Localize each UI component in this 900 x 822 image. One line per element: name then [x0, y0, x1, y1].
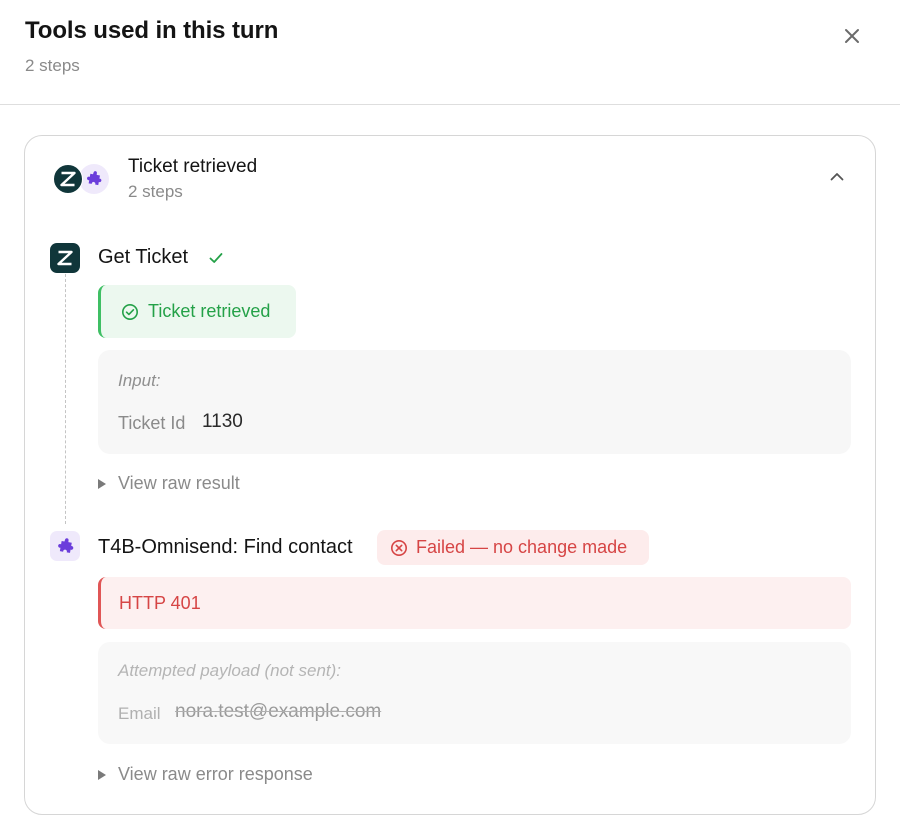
zendesk-logo-icon — [53, 164, 83, 194]
panel-header: Tools used in this turn 2 steps — [0, 0, 900, 105]
tool-group-subtitle: 2 steps — [128, 182, 183, 201]
input-label: Input: — [118, 371, 161, 390]
error-text: HTTP 401 — [119, 592, 201, 613]
tool-logos — [53, 164, 109, 194]
triangle-right-icon — [98, 769, 106, 780]
view-raw-error-toggle[interactable]: View raw error response — [98, 764, 313, 785]
view-raw-result-toggle[interactable]: View raw result — [98, 473, 240, 494]
chevron-up-icon — [830, 172, 844, 180]
step-title-get-ticket: Get Ticket — [98, 246, 189, 268]
status-badge-failed: Failed — no change made — [377, 530, 649, 565]
input-panel: Input: Ticket Id 1130 — [98, 350, 851, 454]
status-badge-success: Ticket retrieved — [98, 285, 296, 338]
payload-value-email: nora.test@example.com — [175, 701, 382, 722]
close-button[interactable] — [838, 22, 866, 50]
error-message: HTTP 401 — [98, 577, 851, 629]
puzzle-piece-icon — [50, 531, 80, 561]
payload-key-email: Email — [118, 704, 161, 723]
puzzle-piece-icon — [79, 164, 109, 194]
payload-label: Attempted payload (not sent): — [118, 661, 342, 680]
view-raw-result-label: View raw result — [118, 473, 240, 493]
tool-group-header[interactable]: Ticket retrieved 2 steps — [25, 136, 875, 222]
close-icon — [845, 29, 859, 43]
attempted-payload-panel: Attempted payload (not sent): Email nora… — [98, 642, 851, 744]
tool-group-card: Ticket retrieved 2 steps Get Ticket Tick… — [24, 135, 876, 815]
timeline-connector — [65, 274, 66, 524]
input-value-ticket-id: 1130 — [202, 411, 243, 432]
status-label: Failed — no change made — [416, 537, 628, 557]
panel-title: Tools used in this turn — [25, 17, 279, 44]
input-key-ticket-id: Ticket Id — [118, 413, 186, 433]
check-circle-icon — [122, 303, 138, 320]
view-raw-error-label: View raw error response — [118, 764, 313, 784]
tool-group-title: Ticket retrieved — [128, 156, 258, 177]
panel-subtitle: 2 steps — [25, 56, 80, 75]
check-icon — [209, 253, 223, 263]
triangle-right-icon — [98, 478, 106, 489]
zendesk-logo-icon — [50, 243, 80, 273]
step-title-find-contact: T4B-Omnisend: Find contact — [98, 536, 353, 558]
status-label: Ticket retrieved — [148, 301, 271, 321]
x-circle-icon — [391, 539, 407, 556]
collapse-button[interactable] — [827, 166, 847, 186]
